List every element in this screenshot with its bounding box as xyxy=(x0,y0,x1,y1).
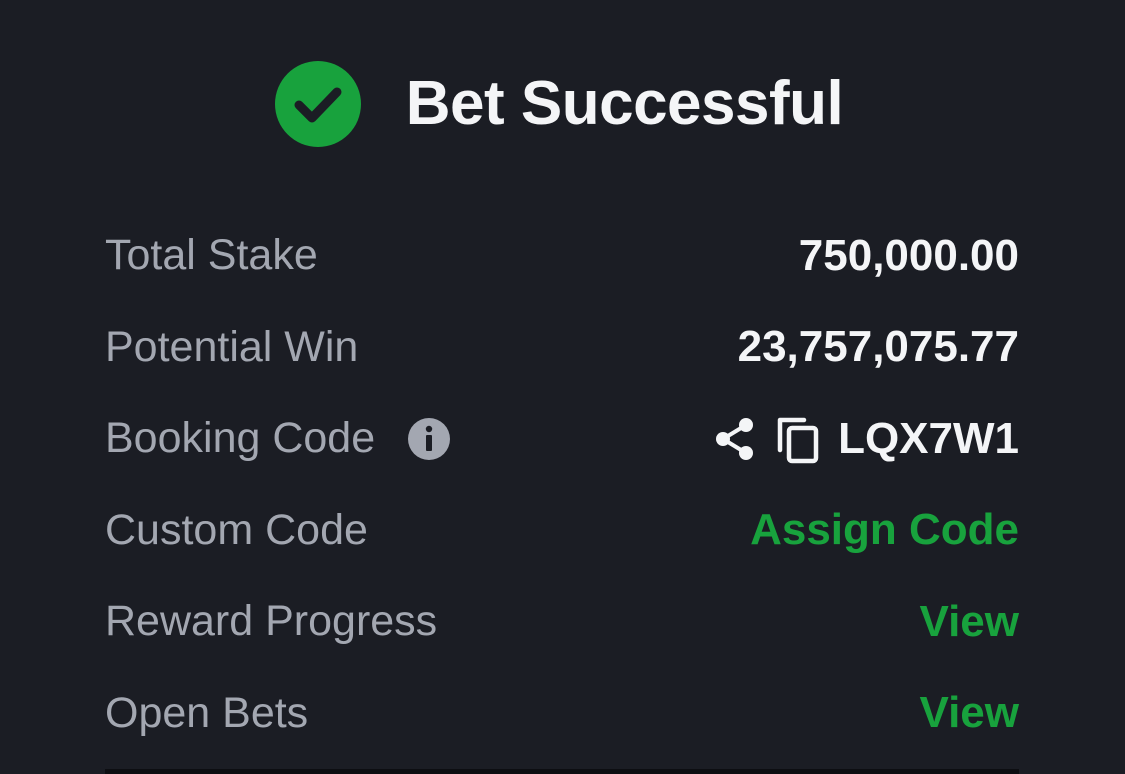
booking-code-label-group: Booking Code xyxy=(105,417,451,461)
potential-win-value: 23,757,075.77 xyxy=(737,322,1019,372)
reward-progress-label: Reward Progress xyxy=(105,597,438,646)
copy-icon[interactable] xyxy=(774,414,820,464)
custom-code-label: Custom Code xyxy=(105,505,368,554)
booking-code-label: Booking Code xyxy=(105,414,376,463)
total-stake-label: Total Stake xyxy=(105,231,318,280)
open-bets-row: Open Bets View xyxy=(105,668,1019,760)
page-title: Bet Successful xyxy=(405,69,844,138)
bet-details-list: Total Stake 750,000.00 Potential Win 23,… xyxy=(105,210,1019,759)
bottom-divider xyxy=(105,769,1019,774)
potential-win-row: Potential Win 23,757,075.77 xyxy=(105,302,1019,394)
assign-code-link[interactable]: Assign Code xyxy=(750,508,1019,552)
total-stake-row: Total Stake 750,000.00 xyxy=(105,210,1019,302)
share-icon[interactable] xyxy=(712,416,758,462)
check-circle-icon xyxy=(274,61,361,147)
reward-progress-row: Reward Progress View xyxy=(105,576,1019,668)
booking-code-value[interactable]: LQX7W1 xyxy=(838,416,1019,461)
booking-code-row: Booking Code LQX7W1 xyxy=(105,393,1019,485)
custom-code-row: Custom Code Assign Code xyxy=(105,485,1019,577)
bet-success-header: Bet Successful xyxy=(0,58,1125,150)
info-icon[interactable] xyxy=(407,417,451,461)
potential-win-label: Potential Win xyxy=(105,322,359,371)
open-bets-label: Open Bets xyxy=(105,688,309,737)
booking-code-actions: LQX7W1 xyxy=(712,414,1019,464)
total-stake-value: 750,000.00 xyxy=(798,230,1019,280)
reward-progress-view-link[interactable]: View xyxy=(920,599,1019,644)
open-bets-view-link[interactable]: View xyxy=(920,691,1019,735)
